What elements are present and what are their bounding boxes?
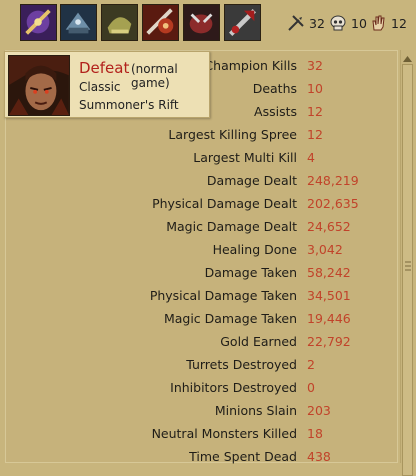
- swords-icon: [287, 14, 305, 32]
- stat-row: Damage Dealt 248,219: [6, 170, 399, 193]
- stat-value: 4: [307, 150, 315, 165]
- stat-row: Magic Damage Dealt 24,652: [6, 216, 399, 239]
- stat-value: 2: [307, 357, 315, 372]
- stat-label: Magic Damage Taken: [163, 311, 297, 326]
- stat-label: Assists: [254, 104, 297, 119]
- stat-row: Largest Killing Spree 12: [6, 124, 399, 147]
- deaths-value: 10: [351, 15, 367, 31]
- stat-value: 58,242: [307, 265, 351, 280]
- stat-row: Physical Damage Dealt 202,635: [6, 193, 399, 216]
- stat-value: 32: [307, 58, 323, 73]
- stat-value: 34,501: [307, 288, 351, 303]
- stat-value: 438: [307, 449, 331, 464]
- game-map: Summoner's Rift: [79, 98, 179, 112]
- stat-row: Turrets Destroyed 2: [6, 354, 399, 377]
- stat-label: Largest Killing Spree: [168, 127, 297, 142]
- assists-stat: 12: [369, 13, 407, 33]
- stat-label: Magic Damage Dealt: [166, 219, 297, 234]
- stat-label: Physical Damage Dealt: [152, 196, 297, 211]
- item-1-icon[interactable]: [20, 4, 57, 41]
- stat-label: Inhibitors Destroyed: [170, 380, 297, 395]
- game-summary-card: Defeat (normal game) Classic Summoner's …: [4, 51, 210, 118]
- top-bar: 32 10 12: [0, 0, 416, 44]
- stat-value: 3,042: [307, 242, 343, 257]
- kills-stat: 32: [287, 13, 325, 33]
- stat-value: 12: [307, 127, 323, 142]
- item-6-icon[interactable]: [224, 4, 261, 41]
- deaths-stat: 10: [329, 13, 367, 33]
- stats-scrollbar[interactable]: [400, 50, 414, 476]
- stat-label: Healing Done: [212, 242, 297, 257]
- stat-value: 0: [307, 380, 315, 395]
- stat-value: 10: [307, 81, 323, 96]
- stat-value: 203: [307, 403, 331, 418]
- stat-row: Largest Multi Kill 4: [6, 147, 399, 170]
- stat-label: Turrets Destroyed: [186, 357, 297, 372]
- stat-label: Champion Kills: [204, 58, 297, 73]
- assists-value: 12: [391, 15, 407, 31]
- item-3-icon[interactable]: [101, 4, 138, 41]
- stat-label: Damage Taken: [204, 265, 297, 280]
- hand-icon: [369, 14, 387, 32]
- item-4-icon[interactable]: [142, 4, 179, 41]
- scroll-thumb[interactable]: [402, 64, 413, 476]
- stat-row: Time Spent Dead 438: [6, 446, 399, 469]
- stat-row: Minions Slain 203: [6, 400, 399, 423]
- kills-value: 32: [309, 15, 325, 31]
- stat-row: Physical Damage Taken 34,501: [6, 285, 399, 308]
- stat-label: Neutral Monsters Killed: [151, 426, 297, 441]
- scroll-grip-icon: [405, 260, 411, 272]
- scroll-up-arrow-icon[interactable]: [402, 52, 413, 62]
- stat-row: Gold Earned 22,792: [6, 331, 399, 354]
- stat-row: Damage Taken 58,242: [6, 262, 399, 285]
- stat-label: Damage Dealt: [206, 173, 297, 188]
- game-result: Defeat: [79, 59, 130, 77]
- item-5-icon[interactable]: [183, 4, 220, 41]
- stat-label: Deaths: [252, 81, 297, 96]
- stat-value: 22,792: [307, 334, 351, 349]
- stat-value: 18: [307, 426, 323, 441]
- stat-row: Healing Done 3,042: [6, 239, 399, 262]
- skull-icon: [329, 14, 347, 32]
- stat-label: Gold Earned: [220, 334, 297, 349]
- stat-row: Magic Damage Taken 19,446: [6, 308, 399, 331]
- game-type: Classic: [79, 80, 121, 94]
- stat-value: 19,446: [307, 311, 351, 326]
- item-2-icon[interactable]: [60, 4, 97, 41]
- stat-label: Physical Damage Taken: [149, 288, 297, 303]
- champion-portrait: [8, 55, 70, 116]
- stat-label: Largest Multi Kill: [193, 150, 297, 165]
- stat-row: Inhibitors Destroyed 0: [6, 377, 399, 400]
- stat-label: Time Spent Dead: [189, 449, 297, 464]
- stat-value: 24,652: [307, 219, 351, 234]
- stat-value: 202,635: [307, 196, 359, 211]
- stat-label: Minions Slain: [214, 403, 297, 418]
- stat-value: 12: [307, 104, 323, 119]
- stat-value: 248,219: [307, 173, 359, 188]
- game-mode: (normal game): [131, 62, 178, 90]
- stat-row: Neutral Monsters Killed 18: [6, 423, 399, 446]
